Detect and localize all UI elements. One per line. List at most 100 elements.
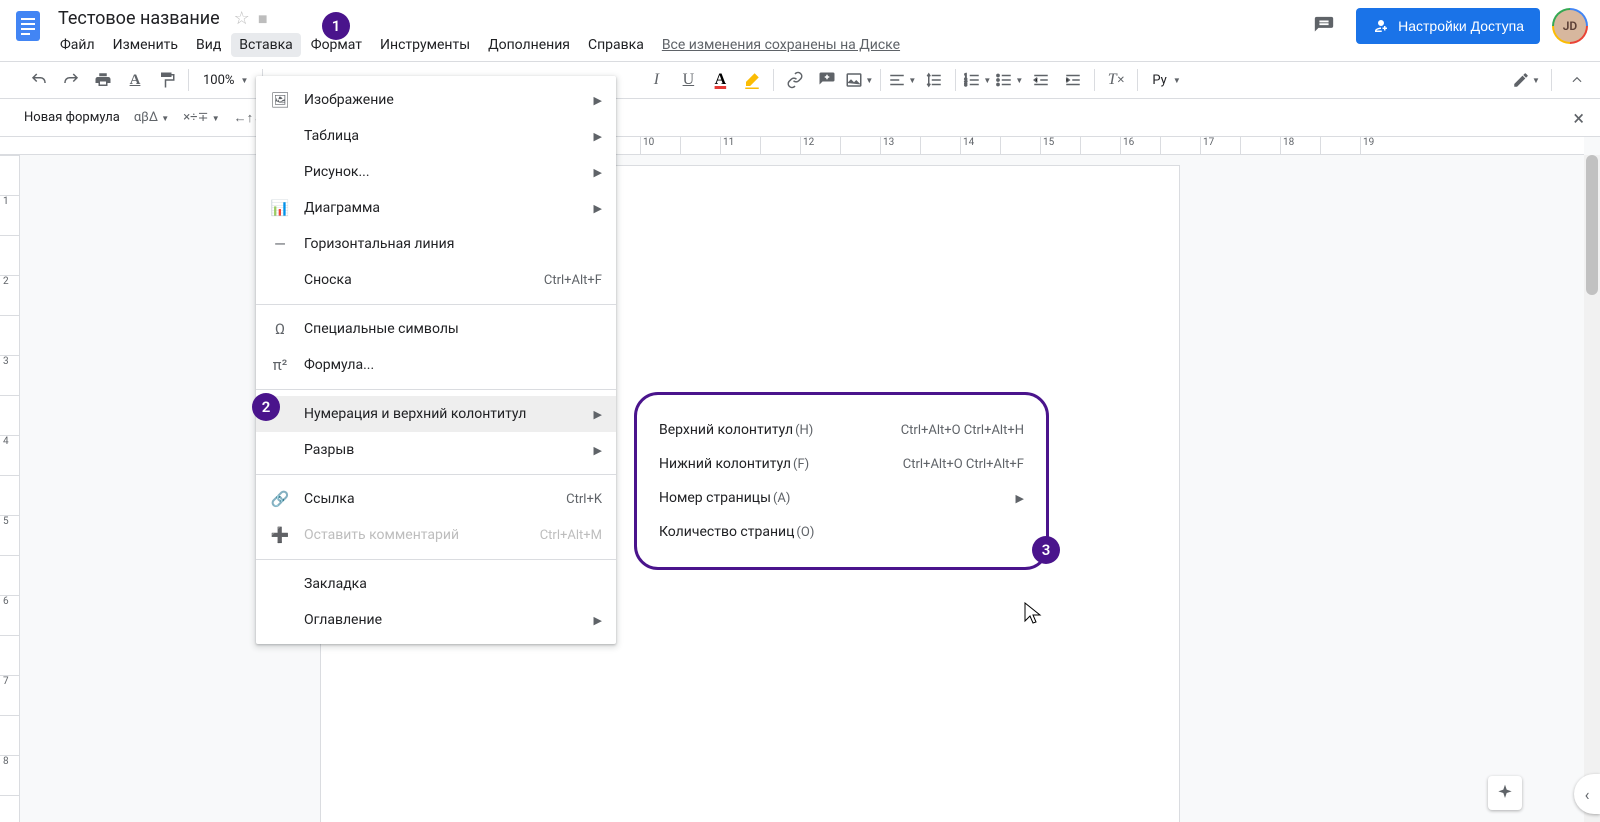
menu-item-label: Формула... (304, 357, 602, 373)
ruler-mark (680, 137, 720, 154)
move-to-folder-icon[interactable]: ■ (258, 9, 268, 29)
numbered-list-button[interactable]: 123▼ (962, 65, 992, 95)
submenu-shortcut: Ctrl+Alt+O Ctrl+Alt+F (903, 457, 1024, 472)
horizontal-ruler[interactable]: 678910111213141516171819 (0, 137, 1584, 155)
vertical-ruler[interactable]: 123456789101112131415 (0, 155, 20, 822)
menu-item-label: Горизонтальная линия (304, 236, 602, 252)
submenu-item[interactable]: Верхний колонтитул (H)Ctrl+Alt+O Ctrl+Al… (659, 413, 1024, 447)
menu-divider (256, 389, 616, 390)
insert-menu-item[interactable]: —Горизонтальная линия (256, 226, 616, 262)
insert-image-button[interactable]: ▼ (844, 65, 874, 95)
redo-button[interactable] (56, 65, 86, 95)
ruler-mark: 17 (1200, 137, 1240, 154)
insert-menu-item[interactable]: ΩСпециальные символы (256, 311, 616, 347)
align-button[interactable]: ▼ (887, 65, 917, 95)
image-icon: 🖼 (270, 91, 290, 109)
paint-format-button[interactable] (152, 65, 182, 95)
submenu-item[interactable]: Количество страниц (O) (659, 515, 1024, 549)
menu-item-label: Диаграмма (304, 200, 580, 216)
close-equation-bar-button[interactable]: × (1573, 106, 1584, 130)
clear-formatting-button[interactable]: T✕ (1101, 65, 1131, 95)
ruler-mark: 12 (800, 137, 840, 154)
new-equation-button[interactable]: Новая формула (24, 110, 120, 125)
menu-item-label: Сноска (304, 272, 530, 288)
menu-item-label: Закладка (304, 576, 602, 592)
docs-logo[interactable] (8, 6, 48, 46)
menu-edit[interactable]: Изменить (105, 33, 186, 57)
insert-menu-item[interactable]: Таблица▶ (256, 118, 616, 154)
separator (880, 69, 881, 91)
menu-tools[interactable]: Инструменты (372, 33, 478, 57)
insert-comment-button[interactable] (812, 65, 842, 95)
separator (1137, 69, 1138, 91)
zoom-select[interactable]: 100%▼ (195, 65, 256, 95)
menu-divider (256, 304, 616, 305)
submenu-item-label: Нижний колонтитул (659, 456, 791, 472)
ruler-mark: 8 (0, 755, 19, 795)
submenu-item[interactable]: Номер страницы (A)▶ (659, 481, 1024, 515)
insert-link-button[interactable] (780, 65, 810, 95)
open-comments-button[interactable] (1304, 6, 1344, 46)
highlight-color-button[interactable] (737, 65, 767, 95)
explore-button[interactable] (1488, 776, 1522, 810)
share-button[interactable]: Настройки Доступа (1356, 8, 1540, 44)
ruler-mark: 18 (1280, 137, 1320, 154)
chart-icon: 📊 (270, 199, 290, 217)
text-color-button[interactable]: A (705, 65, 735, 95)
insert-menu-item[interactable]: π²Формула... (256, 347, 616, 383)
input-tools-button[interactable]: Ру▼ (1144, 65, 1188, 95)
ruler-mark (0, 475, 19, 515)
increase-indent-button[interactable] (1058, 65, 1088, 95)
scrollbar-thumb[interactable] (1586, 155, 1598, 295)
ruler-mark (840, 137, 880, 154)
undo-button[interactable] (24, 65, 54, 95)
ruler-mark: 10 (640, 137, 680, 154)
side-panel-toggle[interactable]: ‹ (1574, 774, 1600, 814)
document-title[interactable]: Тестовое название (52, 6, 226, 31)
menu-item-label: Специальные символы (304, 321, 602, 337)
menu-addons[interactable]: Дополнения (480, 33, 578, 57)
print-button[interactable] (88, 65, 118, 95)
menu-shortcut: Ctrl+Alt+F (544, 273, 602, 288)
star-icon[interactable]: ☆ (234, 8, 250, 29)
submenu-item[interactable]: Нижний колонтитул (F)Ctrl+Alt+O Ctrl+Alt… (659, 447, 1024, 481)
insert-menu-item[interactable]: Закладка (256, 566, 616, 602)
insert-menu-item[interactable]: 📊 Диаграмма ▶ (256, 190, 616, 226)
insert-menu-item[interactable]: Сноска Ctrl+Alt+F (256, 262, 616, 298)
spellcheck-button[interactable]: A (120, 65, 150, 95)
decrease-indent-button[interactable] (1026, 65, 1056, 95)
menu-divider (256, 559, 616, 560)
submenu-arrow-icon: ▶ (594, 166, 602, 179)
menu-view[interactable]: Вид (188, 33, 229, 57)
comment-icon: ➕ (270, 526, 290, 544)
vertical-scrollbar[interactable] (1584, 155, 1600, 822)
insert-menu-item[interactable]: Нумерация и верхний колонтитул▶ (256, 396, 616, 432)
ruler-mark: 7 (0, 675, 19, 715)
submenu-arrow-icon: ▶ (594, 202, 602, 215)
collapse-toolbar-button[interactable] (1562, 65, 1592, 95)
menu-insert[interactable]: Вставка (231, 33, 300, 57)
ruler-mark: 5 (0, 515, 19, 555)
ruler-mark (0, 635, 19, 675)
greek-letters-button[interactable]: αβΔ ▼ (134, 110, 169, 125)
menu-file[interactable]: Файл (52, 33, 103, 57)
line-spacing-button[interactable] (919, 65, 949, 95)
bulleted-list-button[interactable]: ▼ (994, 65, 1024, 95)
submenu-accelerator: (A) (773, 491, 790, 506)
insert-menu-item[interactable]: Оглавление▶ (256, 602, 616, 638)
submenu-arrow-icon: ▶ (594, 444, 602, 457)
editing-mode-button[interactable]: ▼ (1511, 65, 1541, 95)
headers-footers-submenu: Верхний колонтитул (H)Ctrl+Alt+O Ctrl+Al… (634, 392, 1049, 570)
ruler-mark: 14 (960, 137, 1000, 154)
underline-button[interactable]: U (673, 65, 703, 95)
math-operators-button[interactable]: ×÷∓ ▼ (183, 110, 219, 125)
italic-button[interactable]: I (641, 65, 671, 95)
account-avatar[interactable]: JD (1552, 8, 1588, 44)
menu-help[interactable]: Справка (580, 33, 652, 57)
insert-menu-item[interactable]: 🔗СсылкаCtrl+K (256, 481, 616, 517)
insert-menu-item[interactable]: Рисунок...▶ (256, 154, 616, 190)
insert-menu-item[interactable]: Разрыв▶ (256, 432, 616, 468)
saved-status-link[interactable]: Все изменения сохранены на Диске (662, 37, 900, 53)
insert-menu-item[interactable]: 🖼Изображение▶ (256, 82, 616, 118)
insert-menu-dropdown: 🖼Изображение▶Таблица▶Рисунок...▶ 📊 Диаграм… (256, 76, 616, 644)
